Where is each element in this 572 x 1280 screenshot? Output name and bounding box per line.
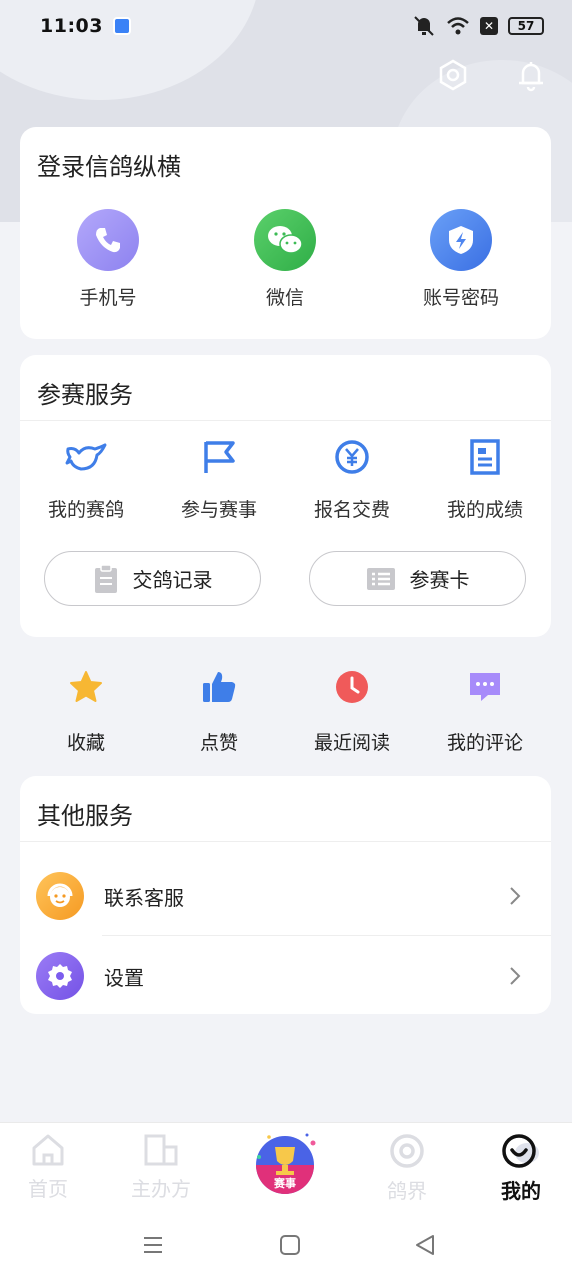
chevron-right-icon <box>510 887 521 905</box>
flag-icon <box>159 437 279 477</box>
wifi-icon <box>447 17 469 35</box>
login-account-label: 账号密码 <box>422 287 499 309</box>
nav-events-badge-text: 赛事 <box>273 1176 296 1190</box>
mute-icon <box>414 16 434 36</box>
status-time: 11:03 <box>40 15 103 37</box>
join-event-label: 参与赛事 <box>180 499 257 521</box>
nav-home[interactable]: 首页 <box>3 1133 93 1202</box>
likes-button[interactable]: 点赞 <box>159 668 279 755</box>
favorites-button[interactable]: 收藏 <box>26 668 146 755</box>
nav-pigeon-world[interactable]: 鸽界 <box>362 1133 452 1204</box>
comment-icon <box>425 668 545 706</box>
customer-service-icon <box>36 872 84 920</box>
competition-title: 参赛服务 <box>37 381 133 409</box>
battery-level: 57 <box>517 19 535 33</box>
nav-organizer-label: 主办方 <box>131 1177 191 1201</box>
battery-icon: 57 <box>508 17 544 35</box>
nav-mine[interactable]: 我的 <box>476 1133 566 1204</box>
pigeon-record-button[interactable]: 交鸽记录 <box>44 551 261 606</box>
register-pay-button[interactable]: 报名交费 <box>292 437 412 522</box>
join-event-button[interactable]: 参与赛事 <box>159 437 279 522</box>
entry-card-label: 参赛卡 <box>409 568 470 592</box>
wechat-icon <box>254 209 316 271</box>
nav-mine-label: 我的 <box>501 1179 541 1203</box>
nav-organizer[interactable]: 主办方 <box>116 1133 206 1202</box>
login-card: 登录信鸽纵横 手机号 微信 账号密码 <box>20 127 551 339</box>
my-comments-label: 我的评论 <box>446 732 523 754</box>
nav-pigeon-world-label: 鸽界 <box>387 1179 427 1203</box>
pigeon-icon <box>26 437 146 477</box>
login-account-button[interactable]: 账号密码 <box>401 209 521 310</box>
settings-label: 设置 <box>104 965 144 990</box>
system-navigation-bar <box>0 1214 572 1280</box>
other-services-title: 其他服务 <box>37 802 133 830</box>
login-phone-button[interactable]: 手机号 <box>48 209 168 310</box>
phone-icon <box>77 209 139 271</box>
clipboard-icon <box>94 563 117 593</box>
my-comments-button[interactable]: 我的评论 <box>425 668 545 755</box>
status-bar: 11:03 ✕ 57 <box>0 0 572 52</box>
login-title: 登录信鸽纵横 <box>37 153 181 181</box>
sim-off-icon: ✕ <box>480 17 498 35</box>
shield-icon <box>430 209 492 271</box>
pigeon-record-label: 交鸽记录 <box>132 568 213 592</box>
settings-gear-icon <box>36 952 84 1000</box>
back-icon[interactable] <box>414 1234 436 1256</box>
likes-label: 点赞 <box>199 732 238 754</box>
yen-coin-icon <box>292 437 412 477</box>
star-icon <box>26 668 146 706</box>
settings-row[interactable]: 设置 <box>20 936 551 1016</box>
chevron-right-icon <box>510 967 521 985</box>
trophy-icon: 赛事 <box>256 1133 316 1194</box>
other-services-card: 其他服务 联系客服 设置 <box>20 776 551 1014</box>
divider <box>20 841 551 842</box>
circle-icon <box>390 1134 424 1168</box>
recent-reading-label: 最近阅读 <box>313 732 390 754</box>
menu-icon[interactable] <box>142 1234 164 1256</box>
customer-service-label: 联系客服 <box>104 885 184 910</box>
favorites-label: 收藏 <box>66 732 105 754</box>
entry-card-button[interactable]: 参赛卡 <box>309 551 526 606</box>
document-icon <box>425 437 545 477</box>
login-wechat-label: 微信 <box>265 287 304 309</box>
my-pigeons-button[interactable]: 我的赛鸽 <box>26 437 146 522</box>
thumbs-up-icon <box>159 668 279 706</box>
login-phone-label: 手机号 <box>79 287 137 309</box>
divider <box>20 420 551 421</box>
my-results-button[interactable]: 我的成绩 <box>425 437 545 522</box>
recent-reading-button[interactable]: 最近阅读 <box>292 668 412 755</box>
login-wechat-button[interactable]: 微信 <box>225 209 345 310</box>
home-square-icon[interactable] <box>279 1234 301 1256</box>
home-icon <box>32 1134 64 1166</box>
my-pigeons-label: 我的赛鸽 <box>47 499 124 521</box>
building-icon <box>144 1134 178 1166</box>
nav-home-label: 首页 <box>28 1177 68 1201</box>
list-card-icon <box>366 567 395 590</box>
smile-icon <box>502 1134 539 1168</box>
app-notification-icon <box>112 17 131 35</box>
register-pay-label: 报名交费 <box>313 499 390 521</box>
notification-bell-icon[interactable] <box>514 58 548 92</box>
my-results-label: 我的成绩 <box>446 499 523 521</box>
clock-icon <box>292 668 412 706</box>
nav-events[interactable]: 赛事 <box>240 1129 330 1203</box>
bottom-navigation: 首页 主办方 赛事 鸽界 我的 <box>0 1122 572 1214</box>
customer-service-row[interactable]: 联系客服 <box>20 856 551 936</box>
competition-services-card: 参赛服务 我的赛鸽 参与赛事 报名交费 我的成绩 交鸽记录 参赛卡 <box>20 355 551 637</box>
settings-hex-icon[interactable] <box>436 58 470 92</box>
